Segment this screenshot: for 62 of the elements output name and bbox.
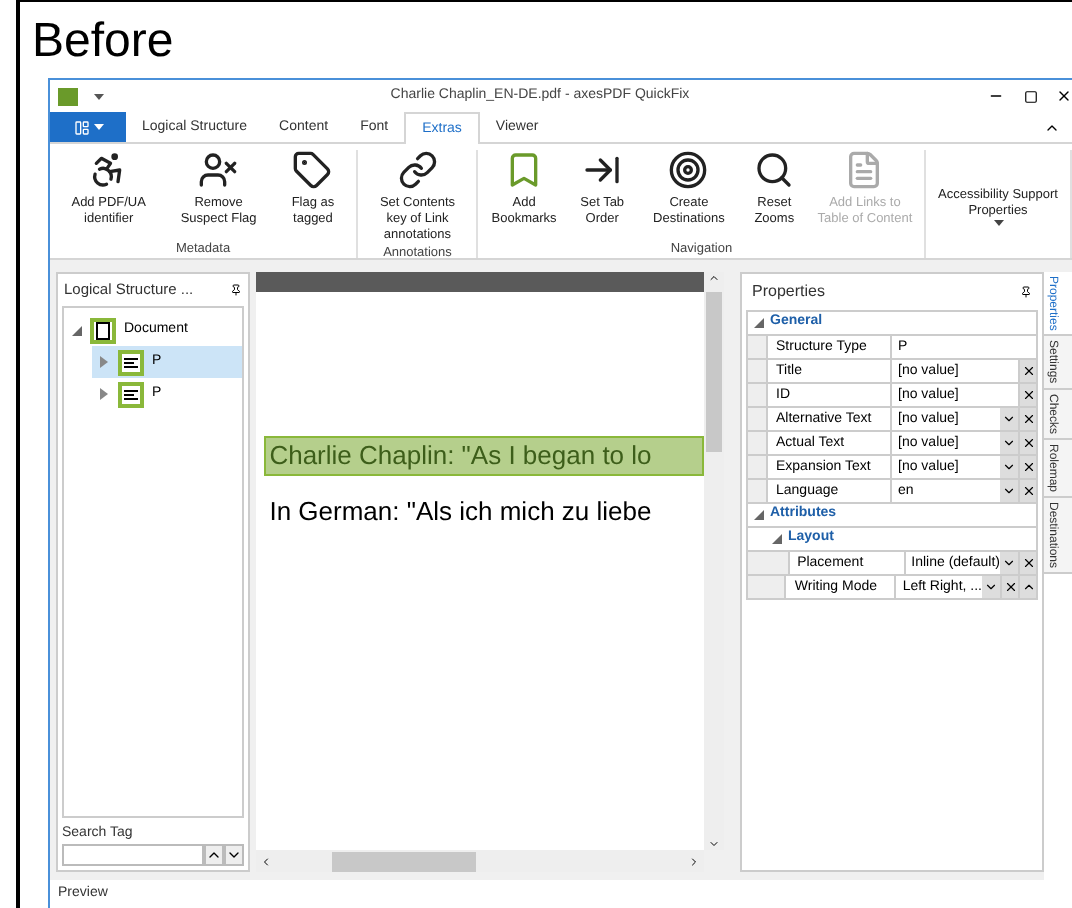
clear-button[interactable] [1018,480,1036,502]
page-icon [90,317,116,343]
link-icon [397,150,438,190]
close-icon [1021,388,1035,402]
chevron-right-icon[interactable] [688,855,700,867]
expanded-icon[interactable] [772,534,782,544]
close-icon [1021,436,1035,450]
chevron-up-icon[interactable] [708,272,720,284]
expanded-icon[interactable] [754,318,764,328]
dropdown-button[interactable] [1000,408,1018,430]
caption: Before [30,12,176,72]
chevron-up-icon [1021,580,1035,594]
dropdown-button[interactable] [982,576,1000,598]
next-button[interactable] [223,844,244,866]
close-icon [1021,460,1035,474]
clear-button[interactable] [1018,456,1036,478]
person-cross-icon [198,150,239,190]
scrollbar-thumb[interactable] [706,292,722,452]
caret-icon [93,124,103,130]
close-icon [1021,484,1035,498]
search-icon [754,150,795,190]
tag-icon [292,150,333,190]
collapsed-icon[interactable] [100,388,108,400]
panel-title: Properties [752,280,827,304]
chevron-left-icon[interactable] [259,855,272,867]
target-icon [668,150,709,190]
dropdown-button[interactable] [1000,552,1018,574]
paragraph-icon [118,381,144,407]
close-icon [1021,364,1035,378]
close-icon [1021,556,1035,570]
search-field[interactable] [62,844,204,866]
pin-icon[interactable] [229,284,242,296]
file-menu-button[interactable] [50,112,126,142]
clear-button[interactable] [1018,432,1036,454]
move-up-button[interactable] [1018,576,1036,598]
dropdown-button[interactable] [1000,456,1018,478]
expanded-icon[interactable] [71,325,81,335]
expanded-icon[interactable] [754,510,764,520]
app-icon[interactable] [58,87,78,105]
caret-icon [94,93,104,99]
panel-layout-icon [73,119,89,135]
clear-button[interactable] [1018,408,1036,430]
chevron-down-icon[interactable] [708,838,720,850]
close-button[interactable] [1056,88,1072,104]
document-icon [844,150,885,190]
paragraph-icon [118,349,144,375]
collapse-ribbon-icon[interactable] [1044,120,1060,136]
dropdown-button[interactable] [1000,480,1018,502]
clear-button[interactable] [1018,360,1036,382]
collapsed-icon[interactable] [100,356,108,368]
caret-icon [993,220,1003,226]
clear-button[interactable] [1018,552,1036,574]
pin-icon[interactable] [1020,286,1032,298]
clear-button[interactable] [1018,384,1036,406]
scrollbar-thumb[interactable] [331,851,476,871]
document-line: In German: "Als ich mich zu liebe [267,494,654,530]
close-icon [1003,580,1017,594]
previous-button[interactable] [203,844,224,866]
clear-button[interactable] [1000,576,1018,598]
dropdown-button[interactable] [1000,432,1018,454]
maximize-button[interactable] [1024,89,1038,103]
close-icon [1021,412,1035,426]
